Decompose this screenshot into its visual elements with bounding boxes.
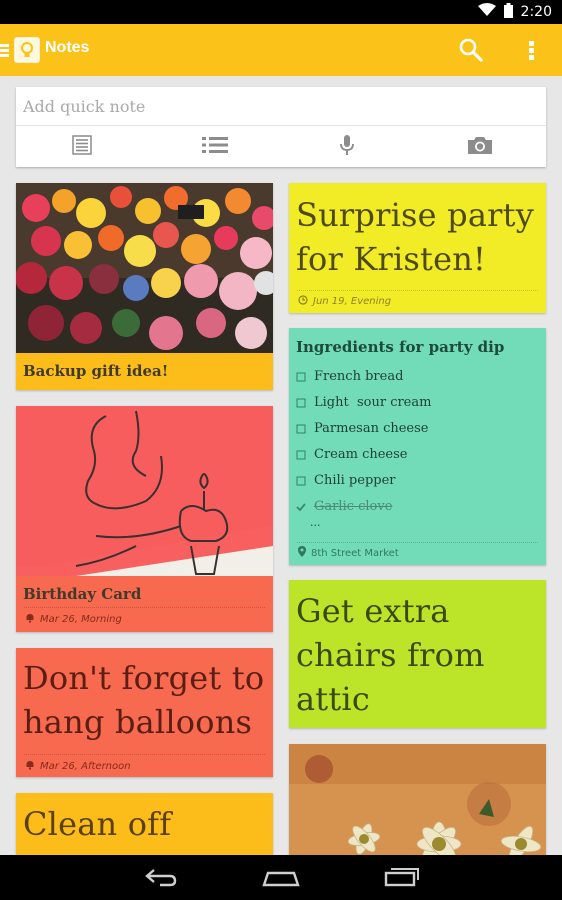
quick-note-bar [16, 87, 546, 167]
checkbox-icon[interactable] [296, 367, 306, 386]
note-card-backup-gift[interactable]: Backup gift idea! [16, 183, 273, 390]
birthday-drawing [16, 406, 273, 576]
overflow-menu-icon[interactable] [520, 36, 544, 64]
keep-logo-icon[interactable] [14, 37, 40, 63]
quick-note-toolbar [16, 127, 546, 167]
checkbox-icon[interactable] [296, 419, 306, 438]
checklist-item-label: French bread [314, 368, 404, 384]
note-text: Don't forget to hang balloons [23, 659, 265, 741]
location: 8th Street Market [298, 546, 399, 560]
divider [24, 607, 265, 608]
bell-icon [25, 760, 35, 773]
note-card-chairs[interactable]: Get extra chairs from attic [289, 580, 546, 728]
list-icon [201, 135, 228, 159]
recent-apps-icon[interactable] [384, 867, 420, 891]
note-title: Ingredients for party dip [296, 338, 505, 356]
checklist-item[interactable]: Light sour cream [296, 392, 431, 412]
checklist-item[interactable]: Parmesan cheese [296, 418, 428, 438]
battery-icon [503, 2, 513, 22]
new-text-note-button[interactable] [16, 127, 149, 167]
status-bar: 2:20 [0, 0, 562, 24]
reminder: Mar 26, Afternoon [25, 760, 131, 773]
system-navigation-bar [0, 855, 562, 900]
note-title: Backup gift idea! [23, 362, 169, 380]
note-text: Surprise party for Kristen! [296, 196, 534, 278]
checklist-item-label: Chili pepper [314, 472, 396, 488]
note-card-surprise-party[interactable]: Surprise party for Kristen! Jun 19, Even… [289, 183, 546, 313]
checklist-item[interactable]: Cream cheese [296, 444, 407, 464]
bell-icon [25, 613, 35, 626]
reminder: Jun 19, Evening [298, 295, 391, 308]
text-note-icon [72, 135, 92, 159]
navigation-menu-icon[interactable] [0, 41, 10, 59]
note-text: Clean off [23, 805, 172, 843]
camera-icon [467, 135, 493, 159]
note-card-birthday[interactable]: Birthday Card Mar 26, Morning [16, 406, 273, 632]
home-icon[interactable] [262, 869, 300, 891]
app-bar: Notes [0, 24, 562, 76]
note-text: Get extra chairs from attic [296, 592, 485, 718]
divider [297, 542, 538, 543]
voice-note-button[interactable] [281, 127, 414, 167]
note-card-balloons[interactable]: Don't forget to hang balloons Mar 26, Af… [16, 648, 273, 777]
checklist-item[interactable]: Garlic clove [296, 496, 392, 516]
flower-photo [16, 183, 273, 353]
checklist-item[interactable]: Chili pepper [296, 470, 396, 490]
checkmark-icon[interactable] [296, 497, 306, 516]
checkbox-icon[interactable] [296, 471, 306, 490]
wifi-icon [477, 3, 496, 21]
quick-note-input[interactable] [16, 87, 546, 125]
checklist-item[interactable]: French bread [296, 366, 403, 386]
search-icon[interactable] [457, 36, 485, 64]
divider [24, 754, 265, 755]
photo-note-button[interactable] [414, 127, 547, 167]
checklist-item-label: Cream cheese [314, 446, 408, 462]
clock-time: 2:20 [520, 4, 552, 20]
checklist-item-label: Light sour cream [314, 394, 432, 410]
new-list-button[interactable] [149, 127, 282, 167]
note-card-ingredients[interactable]: Ingredients for party dip French bread Li… [289, 328, 546, 565]
note-title: Birthday Card [23, 585, 142, 603]
back-icon[interactable] [144, 867, 178, 891]
more-items-indicator: ... [310, 516, 321, 529]
divider [297, 290, 538, 291]
microphone-icon [339, 134, 355, 160]
checklist-item-label: Parmesan cheese [314, 420, 429, 436]
location-pin-icon [298, 546, 306, 560]
checkbox-icon[interactable] [296, 393, 306, 412]
checkbox-icon[interactable] [296, 445, 306, 464]
reminder: Mar 26, Morning [25, 613, 122, 626]
divider [16, 125, 546, 126]
clock-icon [298, 295, 308, 308]
checklist-item-label: Garlic clove [314, 498, 393, 514]
app-title: Notes [45, 39, 90, 56]
